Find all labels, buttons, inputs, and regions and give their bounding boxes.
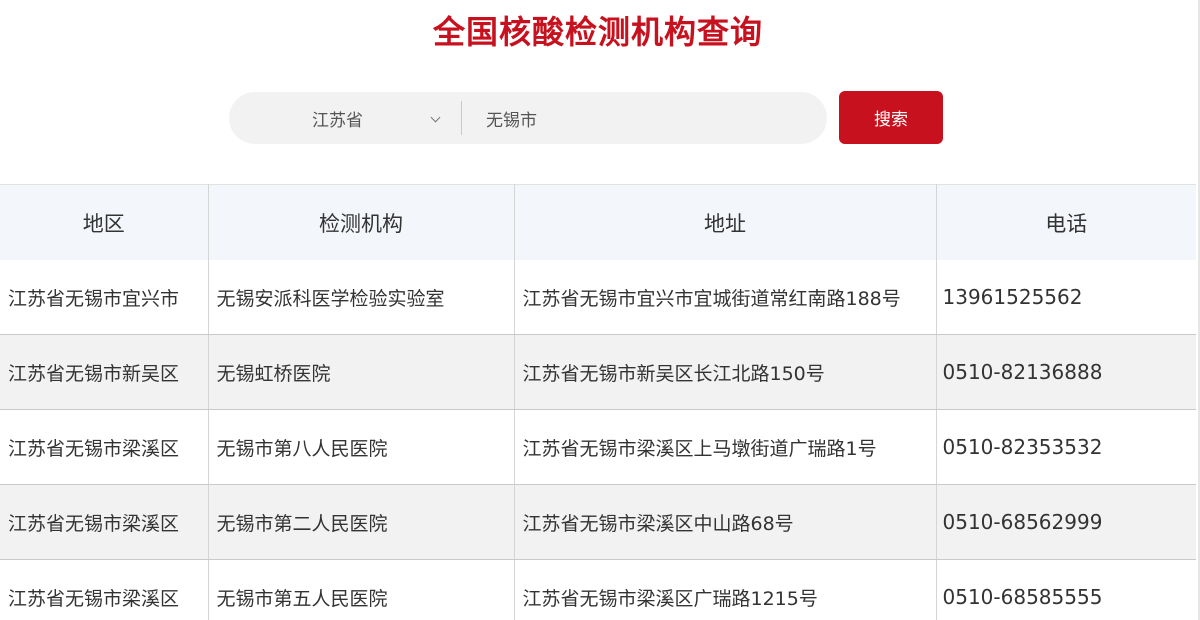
cell-phone: 0510-68585555 [936, 559, 1196, 620]
cell-phone: 13961525562 [936, 260, 1196, 335]
cell-address: 江苏省无锡市梁溪区上马墩街道广瑞路1号 [514, 409, 937, 485]
cell-region: 江苏省无锡市梁溪区 [0, 484, 209, 560]
table-row: 江苏省无锡市梁溪区 无锡市第五人民医院 江苏省无锡市梁溪区广瑞路1215号 05… [0, 559, 1196, 620]
cell-phone: 0510-68562999 [936, 484, 1196, 560]
table-row: 江苏省无锡市新吴区 无锡虹桥医院 江苏省无锡市新吴区长江北路150号 0510-… [0, 334, 1196, 410]
cell-region: 江苏省无锡市梁溪区 [0, 559, 209, 620]
page-title: 全国核酸检测机构查询 [432, 13, 763, 51]
header-address: 地址 [514, 184, 937, 260]
chevron-down-icon [430, 112, 441, 123]
cell-phone: 0510-82353532 [936, 409, 1196, 485]
cell-address: 江苏省无锡市梁溪区广瑞路1215号 [514, 559, 937, 620]
table-header-row: 地区 检测机构 地址 电话 [0, 184, 1196, 260]
header-phone: 电话 [936, 184, 1196, 260]
table-row: 江苏省无锡市宜兴市 无锡安派科医学检验实验室 江苏省无锡市宜兴市宜城街道常红南路… [0, 260, 1196, 335]
cell-region: 江苏省无锡市宜兴市 [0, 260, 209, 335]
search-bar: 江苏省 [229, 91, 827, 145]
cell-institution: 无锡虹桥医院 [208, 334, 515, 410]
results-table: 地区 检测机构 地址 电话 江苏省无锡市宜兴市 无锡安派科医学检验实验室 江苏省… [0, 184, 1196, 620]
table-row: 江苏省无锡市梁溪区 无锡市第八人民医院 江苏省无锡市梁溪区上马墩街道广瑞路1号 … [0, 409, 1196, 485]
header-region: 地区 [0, 184, 209, 260]
province-value: 江苏省 [312, 110, 363, 131]
cell-institution: 无锡安派科医学检验实验室 [208, 260, 515, 335]
cell-institution: 无锡市第五人民医院 [208, 559, 515, 620]
cell-region: 江苏省无锡市新吴区 [0, 334, 209, 410]
cell-institution: 无锡市第二人民医院 [208, 484, 515, 560]
province-select[interactable]: 江苏省 [229, 92, 461, 144]
cell-institution: 无锡市第八人民医院 [208, 409, 515, 485]
city-input[interactable] [462, 91, 827, 145]
cell-address: 江苏省无锡市宜兴市宜城街道常红南路188号 [514, 260, 937, 335]
cell-region: 江苏省无锡市梁溪区 [0, 409, 209, 485]
search-button[interactable]: 搜索 [839, 91, 943, 144]
table-row: 江苏省无锡市梁溪区 无锡市第二人民医院 江苏省无锡市梁溪区中山路68号 0510… [0, 484, 1196, 560]
page: 全国核酸检测机构查询 江苏省 搜索 地区 检测机构 地址 电话 江苏省无锡市宜 [0, 0, 1200, 620]
cell-address: 江苏省无锡市梁溪区中山路68号 [514, 484, 937, 560]
cell-address: 江苏省无锡市新吴区长江北路150号 [514, 334, 937, 410]
header-institution: 检测机构 [208, 184, 515, 260]
cell-phone: 0510-82136888 [936, 334, 1196, 410]
